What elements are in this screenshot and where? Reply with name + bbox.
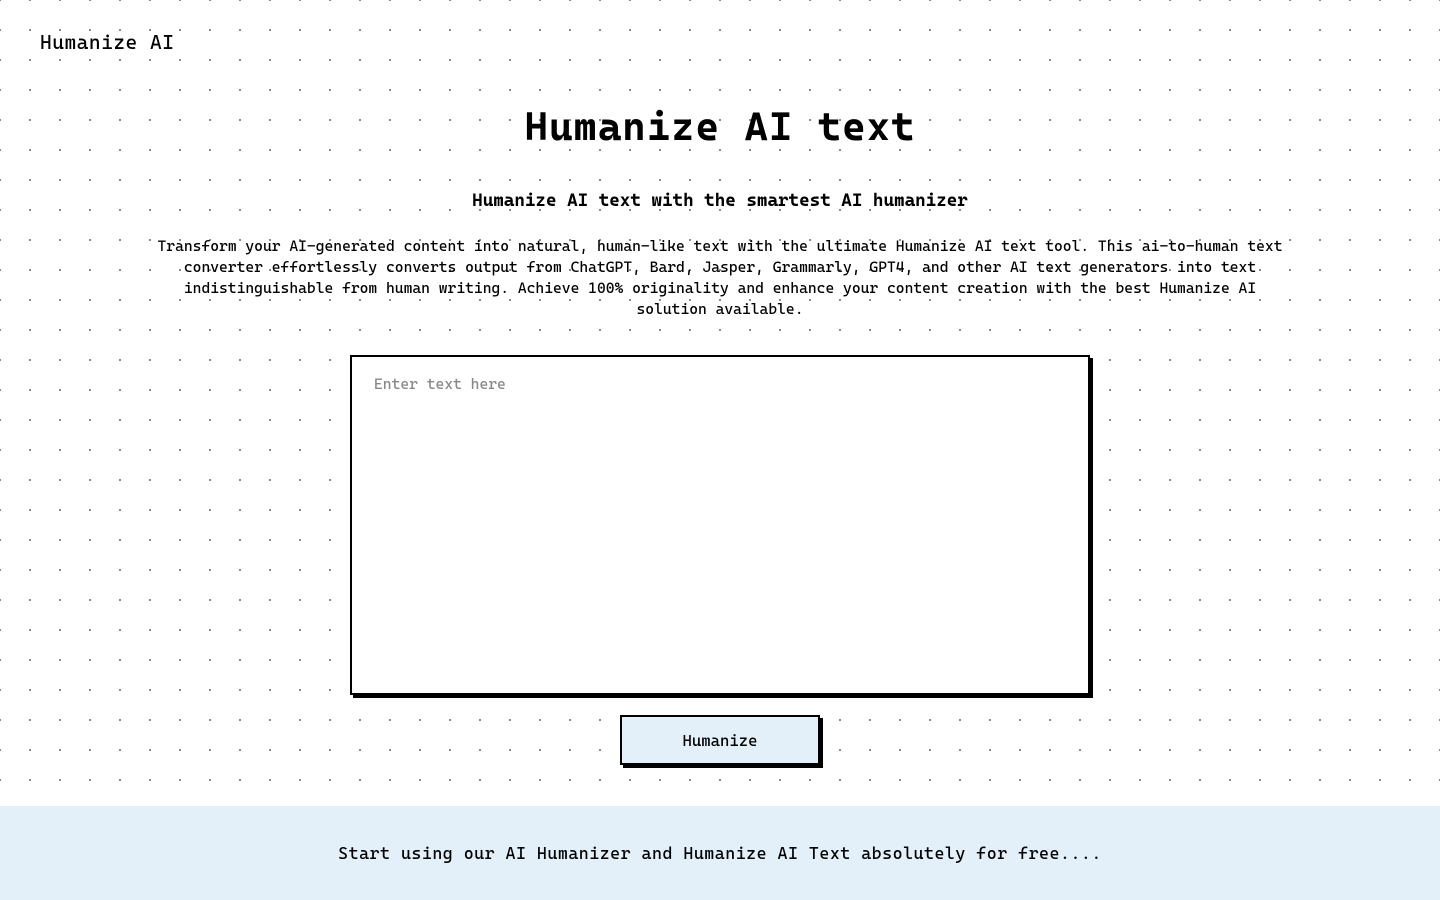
main-content: Humanize AI text Humanize AI text with t… <box>0 54 1440 765</box>
page-description: Transform your AI-generated content into… <box>150 236 1290 320</box>
humanize-button[interactable]: Humanize <box>620 715 820 765</box>
banner-text: Start using our AI Humanizer and Humaniz… <box>338 843 1102 863</box>
logo[interactable]: Humanize AI <box>40 30 1400 54</box>
text-input[interactable] <box>350 355 1090 695</box>
page-title: Humanize AI text <box>525 104 916 150</box>
promo-banner: Start using our AI Humanizer and Humaniz… <box>0 806 1440 900</box>
page-subtitle: Humanize AI text with the smartest AI hu… <box>472 190 968 211</box>
header: Humanize AI <box>0 0 1440 54</box>
textarea-container <box>350 355 1090 695</box>
